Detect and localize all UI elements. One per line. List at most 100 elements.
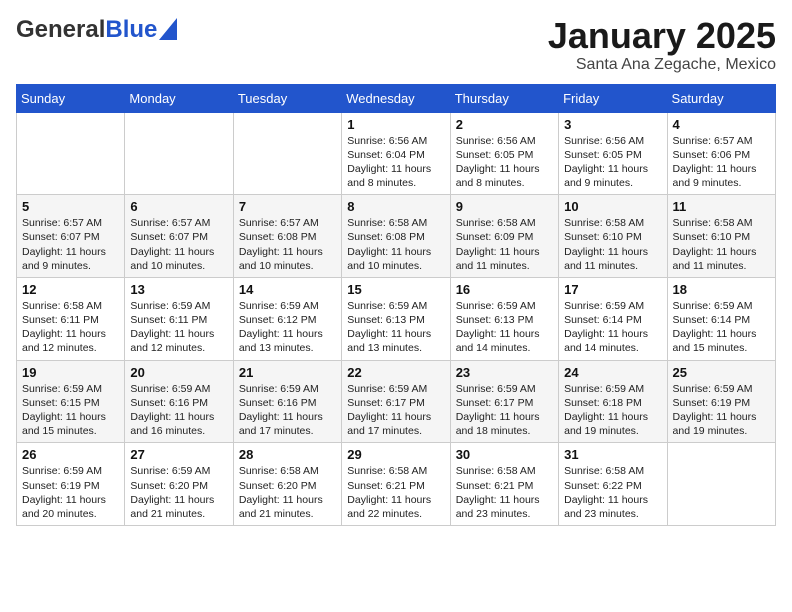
day-number: 27 [130, 447, 227, 462]
day-info: Sunrise: 6:59 AM Sunset: 6:17 PM Dayligh… [347, 382, 444, 439]
day-number: 12 [22, 282, 119, 297]
calendar-cell: 6Sunrise: 6:57 AM Sunset: 6:07 PM Daylig… [125, 195, 233, 278]
day-number: 4 [673, 117, 770, 132]
day-number: 19 [22, 365, 119, 380]
calendar-cell: 27 Sunrise: 6:59 AM Sunset: 6:20 PM Dayli… [125, 443, 233, 526]
calendar-cell: 8Sunrise: 6:58 AM Sunset: 6:08 PM Daylig… [342, 195, 450, 278]
calendar-cell: 24 Sunrise: 6:59 AM Sunset: 6:18 PM Dayli… [559, 360, 667, 443]
calendar-cell: 29 Sunrise: 6:58 AM Sunset: 6:21 PM Dayli… [342, 443, 450, 526]
day-info: Sunrise: 6:57 AM Sunset: 6:06 PM Dayligh… [673, 134, 770, 191]
day-number: 26 [22, 447, 119, 462]
day-info: Sunrise: 6:59 AM Sunset: 6:16 PM Dayligh… [130, 382, 227, 439]
day-number: 14 [239, 282, 336, 297]
day-number: 31 [564, 447, 661, 462]
day-info: Sunrise: 6:58 AM Sunset: 6:21 PM Dayligh… [347, 464, 444, 521]
day-number: 6 [130, 199, 227, 214]
day-info: Sunrise: 6:56 AM Sunset: 6:05 PM Dayligh… [564, 134, 661, 191]
day-info: Sunrise: 6:58 AM Sunset: 6:22 PM Dayligh… [564, 464, 661, 521]
calendar-cell: 10Sunrise: 6:58 AM Sunset: 6:10 PM Dayli… [559, 195, 667, 278]
calendar-week-row: 1Sunrise: 6:56 AM Sunset: 6:04 PM Daylig… [17, 112, 776, 195]
calendar-cell: 13 Sunrise: 6:59 AM Sunset: 6:11 PM Dayli… [125, 277, 233, 360]
day-number: 13 [130, 282, 227, 297]
day-info: Sunrise: 6:59 AM Sunset: 6:17 PM Dayligh… [456, 382, 553, 439]
day-info: Sunrise: 6:57 AM Sunset: 6:08 PM Dayligh… [239, 216, 336, 273]
day-info: Sunrise: 6:59 AM Sunset: 6:19 PM Dayligh… [22, 464, 119, 521]
calendar-cell: 22 Sunrise: 6:59 AM Sunset: 6:17 PM Dayli… [342, 360, 450, 443]
calendar-week-row: 26 Sunrise: 6:59 AM Sunset: 6:19 PM Dayli… [17, 443, 776, 526]
day-number: 23 [456, 365, 553, 380]
calendar-cell: 20 Sunrise: 6:59 AM Sunset: 6:16 PM Dayli… [125, 360, 233, 443]
day-info: Sunrise: 6:59 AM Sunset: 6:13 PM Dayligh… [456, 299, 553, 356]
day-info: Sunrise: 6:59 AM Sunset: 6:12 PM Dayligh… [239, 299, 336, 356]
day-number: 24 [564, 365, 661, 380]
day-number: 25 [673, 365, 770, 380]
calendar-cell: 7 Sunrise: 6:57 AM Sunset: 6:08 PM Daylig… [233, 195, 341, 278]
calendar-cell: 3Sunrise: 6:56 AM Sunset: 6:05 PM Daylig… [559, 112, 667, 195]
calendar-cell: 2 Sunrise: 6:56 AM Sunset: 6:05 PM Daylig… [450, 112, 558, 195]
calendar-cell: 9Sunrise: 6:58 AM Sunset: 6:09 PM Daylig… [450, 195, 558, 278]
day-info: Sunrise: 6:59 AM Sunset: 6:20 PM Dayligh… [130, 464, 227, 521]
weekday-header-saturday: Saturday [667, 84, 775, 112]
day-info: Sunrise: 6:56 AM Sunset: 6:04 PM Dayligh… [347, 134, 444, 191]
calendar-cell: 12 Sunrise: 6:58 AM Sunset: 6:11 PM Dayli… [17, 277, 125, 360]
day-info: Sunrise: 6:58 AM Sunset: 6:10 PM Dayligh… [673, 216, 770, 273]
calendar-cell: 25 Sunrise: 6:59 AM Sunset: 6:19 PM Dayli… [667, 360, 775, 443]
logo-blue: Blue [105, 16, 157, 44]
page-header: General Blue January 2025 Santa Ana Zega… [16, 16, 776, 74]
calendar-cell [233, 112, 341, 195]
weekday-header-friday: Friday [559, 84, 667, 112]
calendar-cell: 5 Sunrise: 6:57 AM Sunset: 6:07 PM Daylig… [17, 195, 125, 278]
day-number: 10 [564, 199, 661, 214]
day-number: 22 [347, 365, 444, 380]
weekday-header-sunday: Sunday [17, 84, 125, 112]
day-number: 20 [130, 365, 227, 380]
calendar-cell: 14 Sunrise: 6:59 AM Sunset: 6:12 PM Dayli… [233, 277, 341, 360]
day-info: Sunrise: 6:56 AM Sunset: 6:05 PM Dayligh… [456, 134, 553, 191]
day-info: Sunrise: 6:58 AM Sunset: 6:21 PM Dayligh… [456, 464, 553, 521]
day-number: 9 [456, 199, 553, 214]
calendar-cell: 26 Sunrise: 6:59 AM Sunset: 6:19 PM Dayli… [17, 443, 125, 526]
day-number: 8 [347, 199, 444, 214]
calendar-table: SundayMondayTuesdayWednesdayThursdayFrid… [16, 84, 776, 526]
day-number: 30 [456, 447, 553, 462]
calendar-week-row: 19 Sunrise: 6:59 AM Sunset: 6:15 PM Dayli… [17, 360, 776, 443]
calendar-cell: 16Sunrise: 6:59 AM Sunset: 6:13 PM Dayli… [450, 277, 558, 360]
day-info: Sunrise: 6:59 AM Sunset: 6:11 PM Dayligh… [130, 299, 227, 356]
day-info: Sunrise: 6:59 AM Sunset: 6:18 PM Dayligh… [564, 382, 661, 439]
calendar-cell: 17 Sunrise: 6:59 AM Sunset: 6:14 PM Dayli… [559, 277, 667, 360]
day-number: 21 [239, 365, 336, 380]
day-info: Sunrise: 6:59 AM Sunset: 6:14 PM Dayligh… [564, 299, 661, 356]
calendar-cell: 4 Sunrise: 6:57 AM Sunset: 6:06 PM Daylig… [667, 112, 775, 195]
day-info: Sunrise: 6:58 AM Sunset: 6:11 PM Dayligh… [22, 299, 119, 356]
day-number: 11 [673, 199, 770, 214]
weekday-header-tuesday: Tuesday [233, 84, 341, 112]
day-number: 2 [456, 117, 553, 132]
day-info: Sunrise: 6:59 AM Sunset: 6:16 PM Dayligh… [239, 382, 336, 439]
calendar-week-row: 5 Sunrise: 6:57 AM Sunset: 6:07 PM Daylig… [17, 195, 776, 278]
day-info: Sunrise: 6:59 AM Sunset: 6:19 PM Dayligh… [673, 382, 770, 439]
day-info: Sunrise: 6:59 AM Sunset: 6:15 PM Dayligh… [22, 382, 119, 439]
calendar-cell: 15Sunrise: 6:59 AM Sunset: 6:13 PM Dayli… [342, 277, 450, 360]
title-section: January 2025 Santa Ana Zegache, Mexico [548, 16, 776, 74]
day-info: Sunrise: 6:57 AM Sunset: 6:07 PM Dayligh… [22, 216, 119, 273]
day-number: 28 [239, 447, 336, 462]
month-title: January 2025 [548, 16, 776, 56]
weekday-header-monday: Monday [125, 84, 233, 112]
calendar-cell [667, 443, 775, 526]
calendar-cell: 23 Sunrise: 6:59 AM Sunset: 6:17 PM Dayli… [450, 360, 558, 443]
calendar-cell [125, 112, 233, 195]
day-number: 5 [22, 199, 119, 214]
calendar-cell: 28Sunrise: 6:58 AM Sunset: 6:20 PM Dayli… [233, 443, 341, 526]
calendar-cell: 18Sunrise: 6:59 AM Sunset: 6:14 PM Dayli… [667, 277, 775, 360]
day-number: 17 [564, 282, 661, 297]
day-number: 7 [239, 199, 336, 214]
day-number: 15 [347, 282, 444, 297]
location-title: Santa Ana Zegache, Mexico [548, 56, 776, 74]
calendar-header-row: SundayMondayTuesdayWednesdayThursdayFrid… [17, 84, 776, 112]
logo-general: General [16, 16, 105, 44]
day-info: Sunrise: 6:59 AM Sunset: 6:14 PM Dayligh… [673, 299, 770, 356]
calendar-cell: 19 Sunrise: 6:59 AM Sunset: 6:15 PM Dayli… [17, 360, 125, 443]
weekday-header-wednesday: Wednesday [342, 84, 450, 112]
weekday-header-thursday: Thursday [450, 84, 558, 112]
day-number: 29 [347, 447, 444, 462]
